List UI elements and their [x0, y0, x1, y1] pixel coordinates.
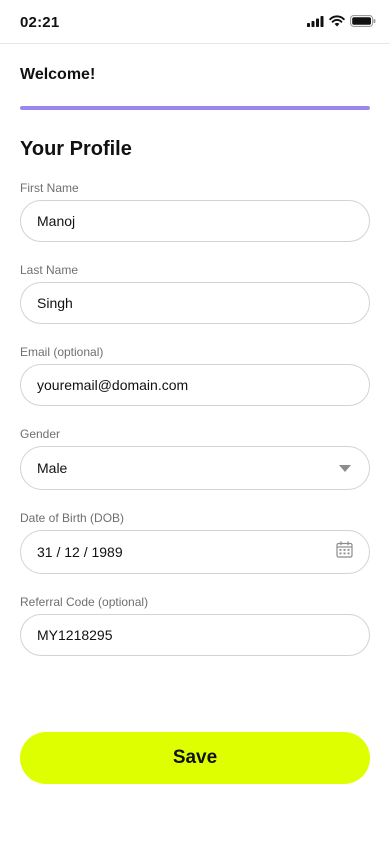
dob-field[interactable]: 31 / 12 / 1989	[20, 530, 370, 574]
referral-code-field[interactable]	[20, 614, 370, 656]
calendar-icon[interactable]	[336, 541, 353, 563]
referral-code-input[interactable]	[37, 615, 353, 655]
last-name-field[interactable]	[20, 282, 370, 324]
status-icons	[307, 15, 376, 27]
email-field[interactable]	[20, 364, 370, 406]
cellular-signal-icon	[307, 15, 324, 27]
first-name-label: First Name	[20, 181, 79, 195]
battery-icon	[350, 15, 376, 27]
last-name-label: Last Name	[20, 263, 79, 277]
chevron-down-icon[interactable]	[339, 464, 351, 472]
progress-bar-fill	[20, 106, 370, 110]
email-label: Email (optional)	[20, 345, 104, 359]
email-input[interactable]	[37, 365, 353, 405]
wifi-icon	[329, 15, 345, 27]
page-title: Welcome!	[20, 66, 96, 83]
section-title: Your Profile	[20, 138, 132, 160]
last-name-input[interactable]	[37, 283, 353, 323]
first-name-field[interactable]	[20, 200, 370, 242]
status-bar: 02:21	[0, 0, 390, 44]
gender-value: Male	[37, 460, 68, 476]
status-time: 02:21	[20, 14, 60, 31]
referral-code-label: Referral Code (optional)	[20, 595, 149, 609]
first-name-input[interactable]	[37, 201, 353, 241]
dob-label: Date of Birth (DOB)	[20, 511, 125, 525]
dob-value: 31 / 12 / 1989	[37, 544, 123, 560]
progress-bar	[20, 106, 370, 110]
gender-select[interactable]: Male	[20, 446, 370, 490]
profile-screen: 02:21 Welcome! Your Profile First Name M…	[0, 0, 390, 844]
gender-label: Gender	[20, 427, 61, 441]
save-button[interactable]: Save	[20, 732, 370, 784]
